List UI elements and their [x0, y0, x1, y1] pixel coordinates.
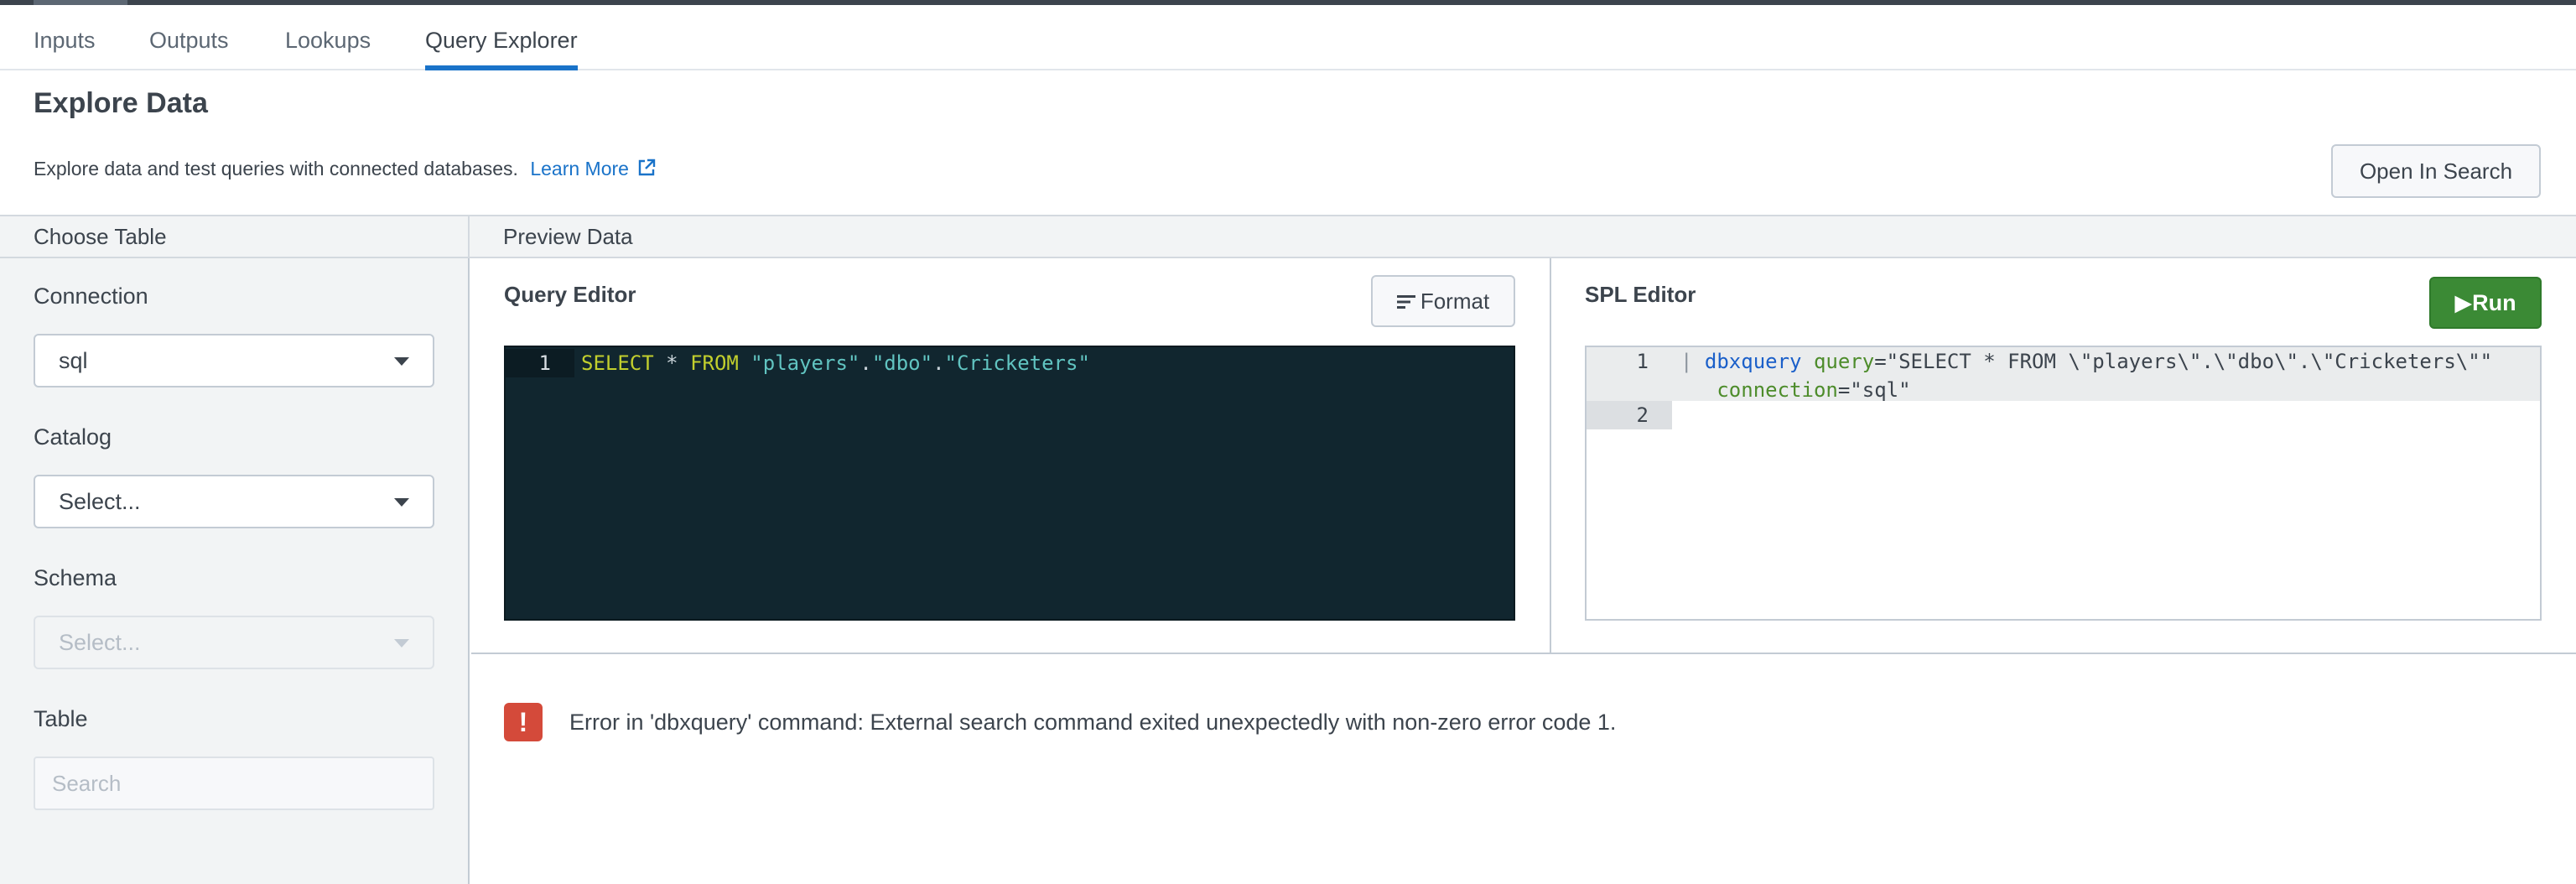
editor-divider	[1550, 258, 1551, 654]
page-description: Explore data and test queries with conne…	[34, 158, 656, 180]
table-label: Table	[34, 706, 88, 731]
sql-operator: .	[932, 351, 945, 375]
error-text: Error in 'dbxquery' command: External se…	[569, 710, 1617, 735]
format-button[interactable]: Format	[1371, 275, 1515, 327]
format-lines-icon	[1396, 295, 1415, 309]
sql-string: "players"	[738, 351, 860, 375]
open-in-search-button[interactable]: Open In Search	[2331, 144, 2541, 198]
connection-label: Connection	[34, 283, 148, 309]
spl-equals: =	[1837, 378, 1851, 402]
preview-data-header: Preview Data	[470, 215, 2576, 258]
spl-equals: =	[1874, 350, 1887, 373]
query-code-line: SELECT * FROM "players"."dbo"."Cricketer…	[581, 349, 1090, 377]
chevron-down-icon	[394, 639, 409, 647]
line-number: 1	[506, 349, 574, 377]
spl-command: dbxquery	[1704, 350, 1802, 373]
spl-editor[interactable]: 1 2 | dbxquery query="SELECT * FROM \"pl…	[1585, 346, 2542, 621]
catalog-value: Select...	[59, 489, 141, 514]
play-icon: ▶	[2454, 290, 2473, 315]
tab-outputs[interactable]: Outputs	[149, 22, 229, 70]
connection-select[interactable]: sql	[34, 334, 434, 387]
external-link-icon	[638, 159, 656, 176]
tab-lookups[interactable]: Lookups	[285, 22, 371, 70]
query-editor[interactable]: 1 SELECT * FROM "players"."dbo"."Cricket…	[504, 346, 1515, 621]
sql-keyword: FROM	[690, 351, 739, 375]
line-number: 2	[1636, 403, 1649, 427]
tab-bar: Inputs Outputs Lookups Query Explorer	[0, 5, 2576, 70]
description-text: Explore data and test queries with conne…	[34, 158, 518, 179]
spl-argument: query	[1801, 350, 1875, 373]
sql-operator: *	[653, 351, 691, 375]
spl-pipe: |	[1680, 350, 1705, 373]
sql-operator: .	[860, 351, 872, 375]
schema-value: Select...	[59, 630, 141, 655]
sql-string: "Cricketers"	[944, 351, 1090, 375]
format-label: Format	[1420, 289, 1490, 314]
catalog-select[interactable]: Select...	[34, 475, 434, 528]
chevron-down-icon	[394, 498, 409, 507]
learn-more-link[interactable]: Learn More	[530, 158, 656, 179]
schema-select: Select...	[34, 616, 434, 669]
run-label: Run	[2472, 290, 2516, 315]
table-search-input[interactable]	[34, 757, 434, 810]
spl-argument: connection	[1680, 378, 1838, 402]
schema-label: Schema	[34, 565, 117, 590]
tab-query-explorer[interactable]: Query Explorer	[425, 22, 578, 70]
choose-table-header: Choose Table	[0, 215, 470, 258]
learn-more-label: Learn More	[530, 158, 629, 179]
error-icon: !	[504, 703, 543, 741]
spl-string: "sql"	[1850, 378, 1911, 402]
catalog-label: Catalog	[34, 424, 112, 450]
spl-string: "SELECT * FROM \"players\".\"dbo\".\"Cri…	[1886, 350, 2493, 373]
chevron-down-icon	[394, 357, 409, 366]
sql-string: "dbo"	[871, 351, 933, 375]
run-button[interactable]: ▶Run	[2429, 277, 2542, 329]
choose-table-panel: Connection sql Catalog Select... Schema …	[0, 258, 470, 884]
page-title: Explore Data	[34, 87, 208, 119]
line-number: 1	[1636, 350, 1649, 373]
sql-keyword: SELECT	[581, 351, 654, 375]
spl-editor-title: SPL Editor	[1585, 282, 1696, 307]
tab-inputs[interactable]: Inputs	[34, 22, 96, 70]
spl-code: | dbxquery query="SELECT * FROM \"player…	[1680, 347, 2492, 404]
results-divider	[471, 653, 2576, 654]
connection-value: sql	[59, 348, 88, 373]
query-editor-title: Query Editor	[504, 282, 636, 307]
